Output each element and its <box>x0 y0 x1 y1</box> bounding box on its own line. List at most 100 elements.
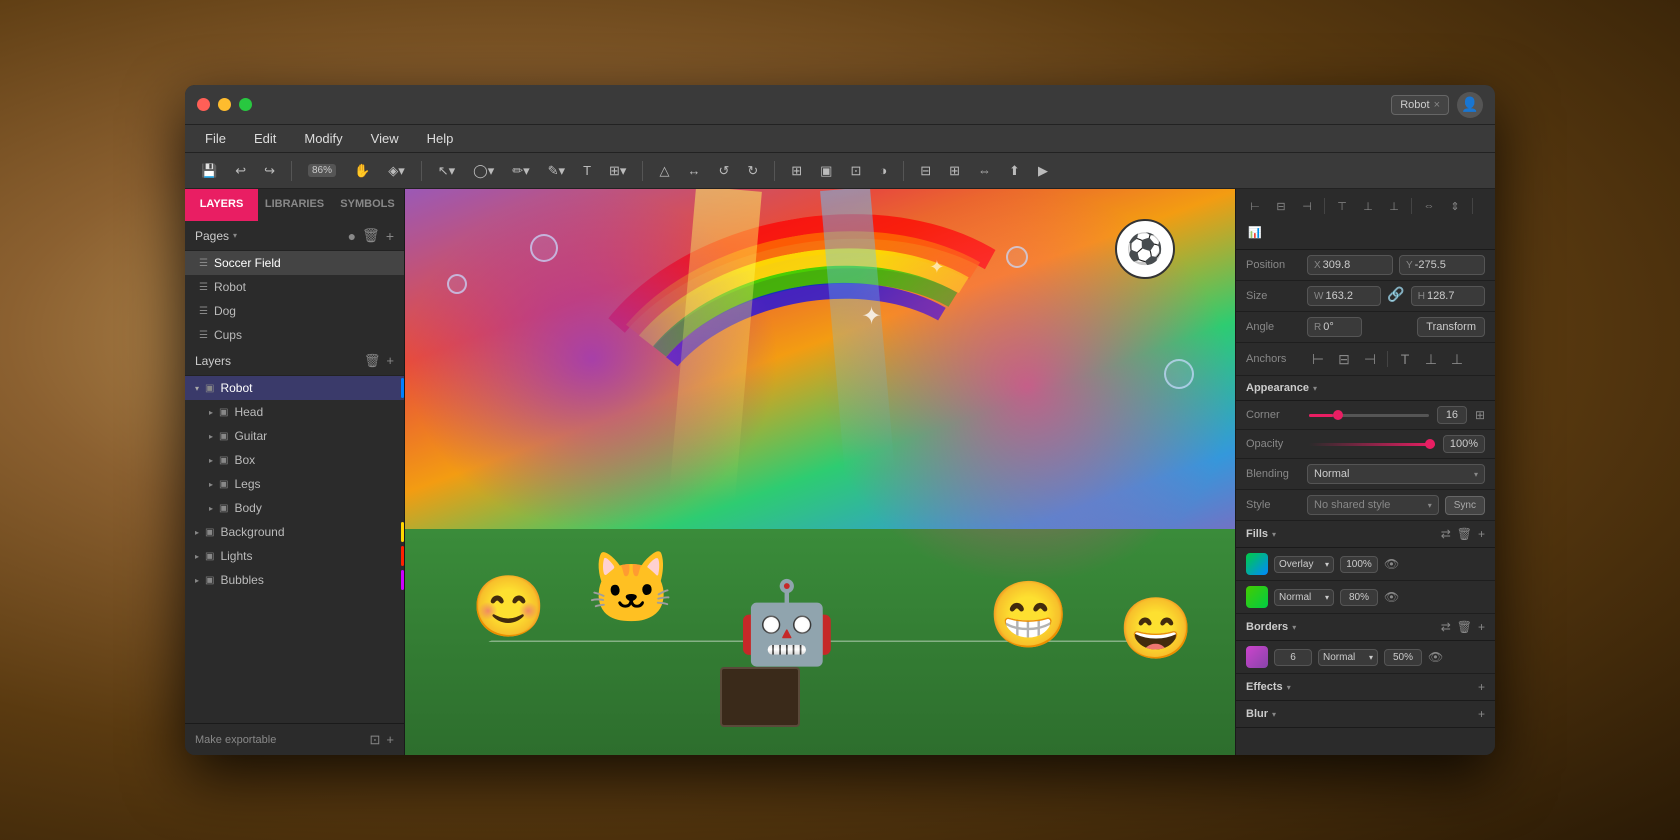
redo-btn[interactable]: ↪ <box>258 160 281 182</box>
border-visibility-1[interactable]: 👁 <box>1428 650 1443 664</box>
page-robot[interactable]: ☰ Robot <box>185 275 404 299</box>
export-slice-btn[interactable]: ⊡ <box>370 732 381 748</box>
align-center-h-btn[interactable]: ⊟ <box>1270 195 1292 217</box>
layer-body[interactable]: ▸ ▣ Body <box>185 496 404 520</box>
anchor-right[interactable]: ⊣ <box>1359 348 1381 370</box>
opacity-value[interactable]: 100% <box>1443 435 1485 453</box>
tab-layers[interactable]: LAYERS <box>185 189 258 221</box>
rotate-left-btn[interactable]: ↺ <box>712 160 735 182</box>
rotate-right-btn[interactable]: ↻ <box>741 160 764 182</box>
align-right-btn[interactable]: ⊣ <box>1296 195 1318 217</box>
move-btn[interactable]: ✋ <box>348 160 376 182</box>
menu-view[interactable]: View <box>367 129 403 148</box>
anchor-left[interactable]: ⊢ <box>1307 348 1329 370</box>
close-button[interactable] <box>197 98 210 111</box>
layer-box[interactable]: ▸ ▣ Box <box>185 448 404 472</box>
fill-swatch-1[interactable] <box>1246 553 1268 575</box>
style-select[interactable]: No shared style ▾ <box>1307 495 1439 515</box>
layer-head[interactable]: ▸ ▣ Head <box>185 400 404 424</box>
export-btn[interactable]: ⬆ <box>1003 160 1026 182</box>
fills-add-btn[interactable]: + <box>1478 527 1485 541</box>
delete-layer-btn[interactable]: 🗑 <box>364 353 381 369</box>
add-export-btn[interactable]: + <box>386 732 394 748</box>
save-btn[interactable]: 💾 <box>195 160 223 182</box>
lock-ratio-btn[interactable]: 🔗 <box>1387 286 1404 306</box>
align-left-btn[interactable]: ⊢ <box>1244 195 1266 217</box>
shape-btn[interactable]: ◯▾ <box>467 160 500 182</box>
pen-btn[interactable]: ✏▾ <box>506 160 535 182</box>
anchor-top[interactable]: T <box>1394 348 1416 370</box>
border-opacity-1[interactable]: 50% <box>1384 649 1422 666</box>
layer-guitar[interactable]: ▸ ▣ Guitar <box>185 424 404 448</box>
user-badge[interactable]: Robot × <box>1391 95 1449 115</box>
borders-delete-btn[interactable]: 🗑 <box>1457 620 1472 634</box>
align-btn[interactable]: ⊟ <box>914 160 937 182</box>
menu-file[interactable]: File <box>201 129 230 148</box>
preview-btn[interactable]: ▶ <box>1032 160 1054 182</box>
dist-v-btn[interactable]: ⇕ <box>1444 195 1466 217</box>
fill-mode-1[interactable]: Overlay ▾ <box>1274 556 1334 573</box>
angle-field[interactable]: R 0° <box>1307 317 1362 337</box>
add-layer-btn[interactable]: + <box>386 353 394 369</box>
undo-btn[interactable]: ↩ <box>229 160 252 182</box>
mirror-btn[interactable]: ↔ <box>681 160 706 181</box>
align-center-v-btn[interactable]: ⊥ <box>1357 195 1379 217</box>
tab-symbols[interactable]: SYMBOLS <box>331 189 404 221</box>
bar-chart-btn[interactable]: 📊 <box>1244 221 1266 243</box>
blur-add-btn[interactable]: + <box>1478 707 1485 721</box>
image-btn[interactable]: ⊞▾ <box>603 160 632 182</box>
opacity-slider-thumb[interactable] <box>1425 439 1435 449</box>
fill-mode-2[interactable]: Normal ▾ <box>1274 589 1334 606</box>
blending-select[interactable]: Normal ▾ <box>1307 464 1485 484</box>
layer-lights[interactable]: ▸ ▣ Lights <box>185 544 404 568</box>
mirror2-btn[interactable]: ⇔ <box>972 160 997 181</box>
x-field[interactable]: X 309.8 <box>1307 255 1393 275</box>
page-dog[interactable]: ☰ Dog 🔒 👁 <box>185 299 404 323</box>
group-btn[interactable]: ▣ <box>814 160 838 182</box>
corner-slider-thumb[interactable] <box>1333 410 1343 420</box>
layer-bubbles[interactable]: ▸ ▣ Bubbles <box>185 568 404 592</box>
mask-btn[interactable]: ◑ <box>873 160 893 181</box>
toggle-btn[interactable]: ● <box>348 228 356 244</box>
user-avatar[interactable]: 👤 <box>1457 92 1483 118</box>
insert-btn[interactable]: ◈▾ <box>382 160 411 182</box>
opacity-slider-track[interactable] <box>1309 443 1435 446</box>
layer-robot[interactable]: ▾ ▣ Robot <box>185 376 404 400</box>
border-swatch-1[interactable] <box>1246 646 1268 668</box>
delete-page-btn[interactable]: 🗑 <box>362 227 380 244</box>
select-btn[interactable]: ↖▾ <box>432 160 461 182</box>
layer-background[interactable]: ▸ ▣ Background <box>185 520 404 544</box>
pencil-btn[interactable]: ✎▾ <box>542 160 571 182</box>
border-mode-1[interactable]: Normal ▾ <box>1318 649 1378 666</box>
borders-add-btn[interactable]: + <box>1478 620 1485 634</box>
anchor-center-h[interactable]: ⊟ <box>1333 348 1355 370</box>
flatten-btn[interactable]: ⊡ <box>844 160 867 182</box>
transform-button[interactable]: Transform <box>1417 317 1485 337</box>
borders-replace-btn[interactable]: ⇄ <box>1441 620 1451 634</box>
fullscreen-button[interactable] <box>239 98 252 111</box>
text-btn[interactable]: T <box>577 160 597 181</box>
fill-visibility-2[interactable]: 👁 <box>1384 590 1399 604</box>
fill-visibility-1[interactable]: 👁 <box>1384 557 1399 571</box>
dist-h-btn[interactable]: ⇔ <box>1418 195 1440 217</box>
sync-button[interactable]: Sync <box>1445 496 1485 515</box>
align-top-btn[interactable]: ⊤ <box>1331 195 1353 217</box>
dist-btn[interactable]: ⊞ <box>943 160 966 182</box>
layer-legs[interactable]: ▸ ▣ Legs <box>185 472 404 496</box>
fill-swatch-2[interactable] <box>1246 586 1268 608</box>
corner-settings-icon[interactable]: ⊞ <box>1475 408 1485 422</box>
align-bottom-btn[interactable]: ⊥ <box>1383 195 1405 217</box>
h-field[interactable]: H 128.7 <box>1411 286 1485 306</box>
fill-opacity-1[interactable]: 100% <box>1340 556 1378 573</box>
arrange-btn[interactable]: ⊞ <box>785 160 808 182</box>
add-page-btn[interactable]: + <box>386 228 394 244</box>
tab-libraries[interactable]: LIBRARIES <box>258 189 331 221</box>
w-field[interactable]: W 163.2 <box>1307 286 1381 306</box>
anchor-center-v[interactable]: ⊥ <box>1420 348 1442 370</box>
minimize-button[interactable] <box>218 98 231 111</box>
y-field[interactable]: Y -275.5 <box>1399 255 1485 275</box>
menu-help[interactable]: Help <box>423 129 458 148</box>
zoom-btn[interactable]: 86% <box>302 161 342 180</box>
fill-opacity-2[interactable]: 80% <box>1340 589 1378 606</box>
border-size-1[interactable]: 6 <box>1274 649 1312 666</box>
